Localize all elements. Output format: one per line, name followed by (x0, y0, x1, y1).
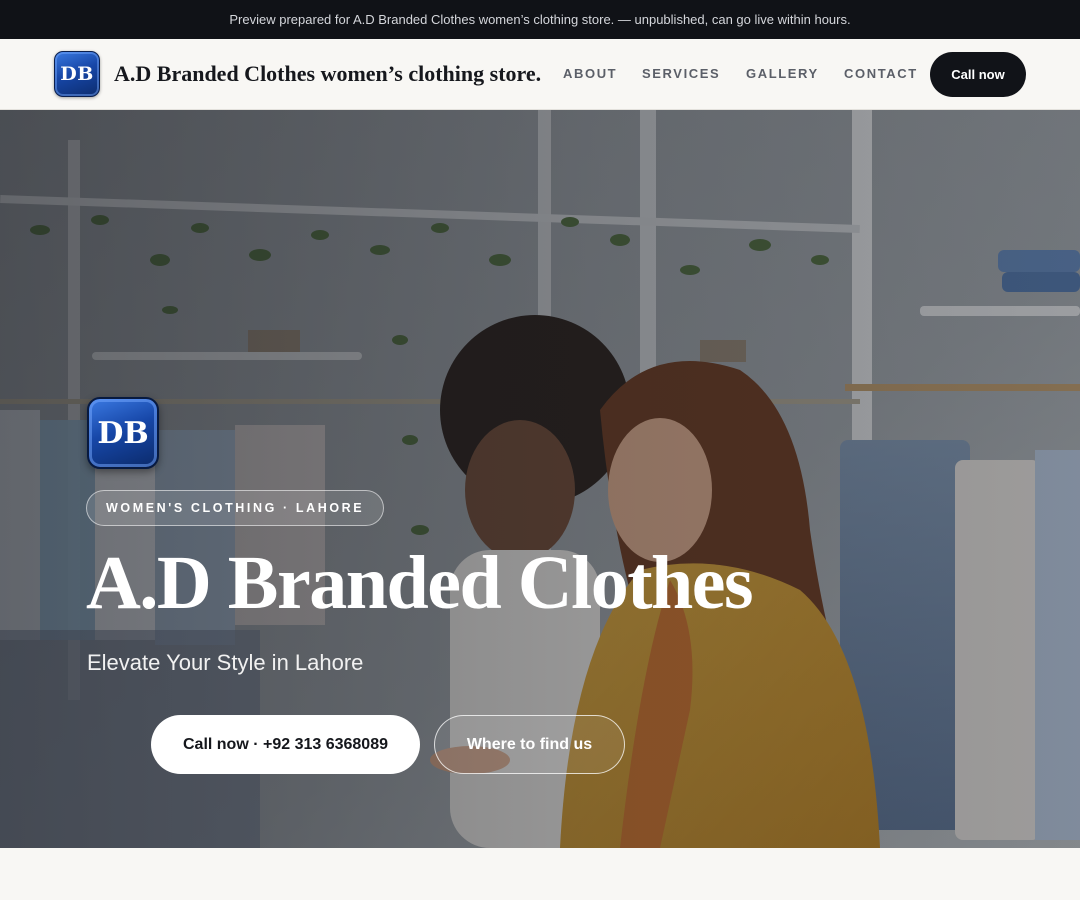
hero-logo-icon: DB (87, 397, 159, 469)
nav-contact[interactable]: CONTACT (844, 66, 918, 81)
preview-banner: Preview prepared for A.D Branded Clothes… (0, 0, 1080, 39)
where-to-find-us-button[interactable]: Where to find us (434, 715, 625, 774)
hero-logo-text: DB (97, 415, 149, 451)
site-header: DB A.D Branded Clothes women’s clothing … (0, 39, 1080, 110)
hero-subtitle: Elevate Your Style in Lahore (87, 650, 364, 675)
logo-text: DB (60, 63, 94, 85)
hero-title: A.D Branded Clothes (86, 541, 754, 625)
preview-banner-text: Preview prepared for A.D Branded Clothes… (229, 12, 851, 27)
call-now-button[interactable]: Call now (930, 52, 1026, 97)
nav-about[interactable]: ABOUT (563, 66, 617, 81)
nav-services[interactable]: SERVICES (642, 66, 720, 81)
hero-section: DB WOMEN'S CLOTHING · LAHORE A.D Branded… (0, 110, 1080, 848)
nav-gallery[interactable]: GALLERY (746, 66, 819, 81)
brand-name[interactable]: A.D Branded Clothes women’s clothing sto… (114, 61, 541, 87)
category-pill: WOMEN'S CLOTHING · LAHORE (86, 490, 385, 526)
next-section (0, 848, 1080, 900)
logo-icon[interactable]: DB (54, 51, 100, 97)
call-phone-button[interactable]: Call now · +92 313 6368089 (151, 715, 420, 774)
